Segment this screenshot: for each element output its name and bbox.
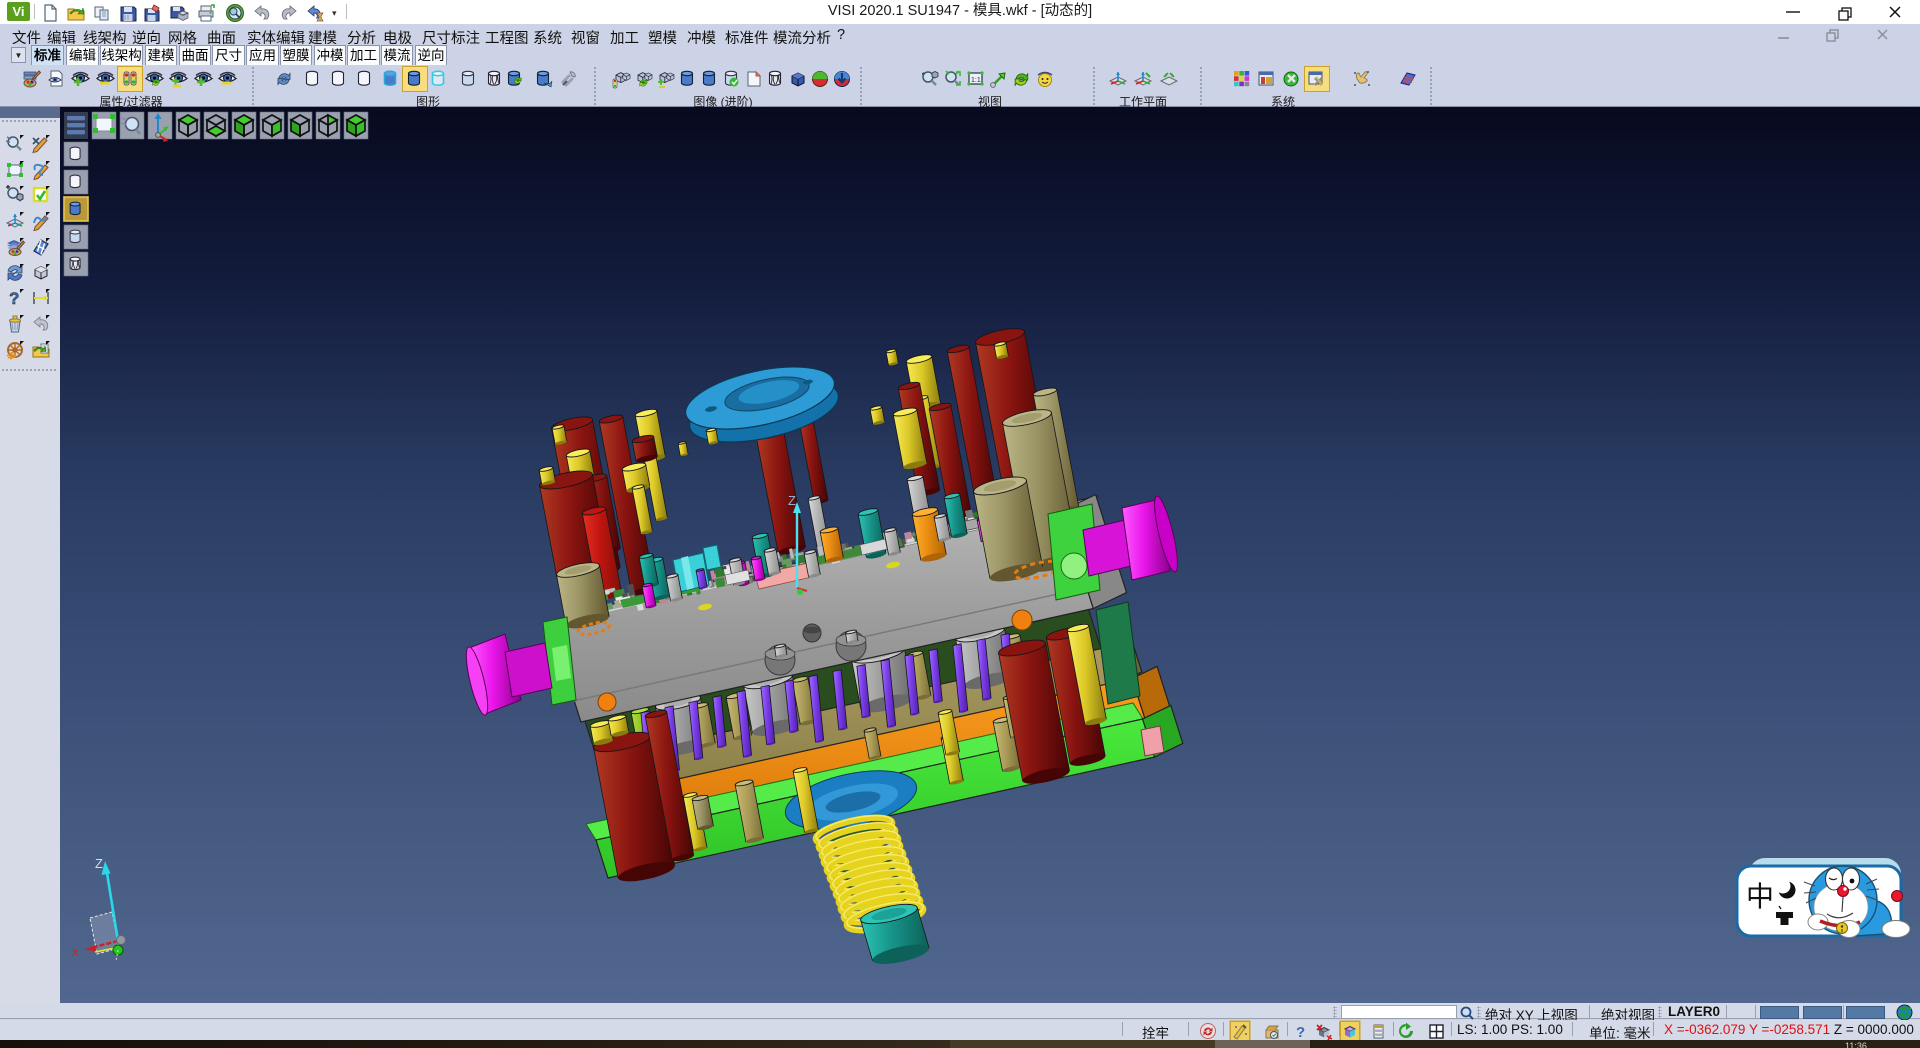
svg-text:x: x <box>72 944 79 959</box>
svg-text:1:1: 1:1 <box>971 77 981 84</box>
svg-text:Z: Z <box>788 493 796 508</box>
svg-text:?: ? <box>1296 1024 1305 1040</box>
svg-text:?: ? <box>9 289 19 308</box>
svg-text:中: 中 <box>1746 881 1774 912</box>
svg-text:Z: Z <box>95 856 103 871</box>
